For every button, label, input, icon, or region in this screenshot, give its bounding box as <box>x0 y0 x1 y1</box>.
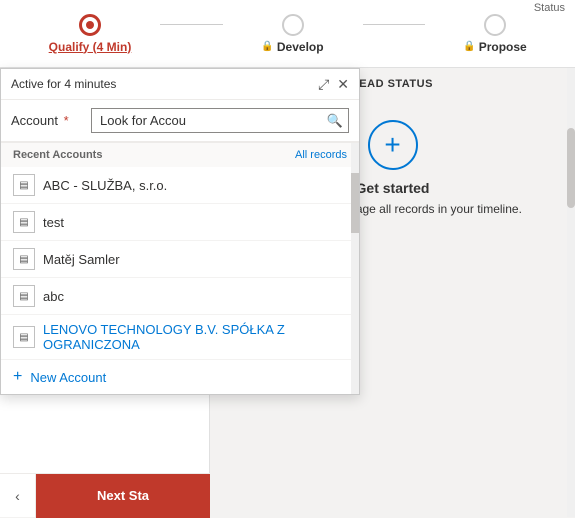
account-field-label: Account * <box>11 113 91 128</box>
get-started-title: Get started <box>356 180 430 196</box>
list-item[interactable]: ▤ Matěj Samler <box>1 241 359 278</box>
back-arrow-button[interactable]: ‹ <box>0 474 36 518</box>
connector-1 <box>160 24 223 25</box>
right-scrollbar[interactable] <box>567 68 575 517</box>
scrollbar-thumb <box>351 173 359 233</box>
recent-accounts-label: Recent Accounts <box>13 149 102 161</box>
required-star: * <box>64 113 69 128</box>
dropdown-scrollbar[interactable] <box>351 143 359 394</box>
plus-circle-icon: + <box>384 129 400 161</box>
propose-label: Propose <box>479 40 527 54</box>
account-item-icon: ▤ <box>13 211 35 233</box>
account-item-icon: ▤ <box>13 248 35 270</box>
search-icon: 🔍 <box>327 113 343 129</box>
status-top-label: Status <box>534 2 565 14</box>
next-stage-bar: ‹ Next Sta <box>0 473 210 517</box>
account-item-icon: ▤ <box>13 174 35 196</box>
popup-icon-group: ⤢ ✕ <box>318 77 349 91</box>
new-account-button[interactable]: + New Account <box>1 360 359 394</box>
list-item[interactable]: ▤ ABC - SLUŽBA, s.r.o. <box>1 167 359 204</box>
propose-circle <box>484 14 506 36</box>
account-form-row: Account * 🔍 <box>1 100 359 142</box>
stage-propose[interactable]: 🔒 Propose <box>425 14 565 54</box>
stage-develop[interactable]: 🔒 Develop <box>223 14 363 54</box>
dropdown-header-row: Recent Accounts All records <box>1 143 359 167</box>
plus-icon: + <box>13 368 22 386</box>
account-search-input[interactable] <box>91 108 349 133</box>
qualify-circle <box>79 14 101 36</box>
item-text: test <box>43 215 64 230</box>
item-text: LENOVO TECHNOLOGY B.V. SPÓŁKA Z OGRANICZ… <box>43 322 347 352</box>
all-records-link[interactable]: All records <box>295 149 347 161</box>
develop-label: Develop <box>277 40 324 54</box>
add-timeline-button[interactable]: + <box>368 120 418 170</box>
list-item[interactable]: ▤ test <box>1 204 359 241</box>
qualify-label: Qualify (4 Min) <box>49 40 132 54</box>
popup-close-icon[interactable]: ✕ <box>337 77 349 91</box>
right-scrollbar-thumb <box>567 128 575 208</box>
account-input-wrapper: 🔍 <box>91 108 349 133</box>
item-text: Matěj Samler <box>43 252 120 267</box>
popup-expand-icon[interactable]: ⤢ <box>318 77 329 91</box>
develop-circle <box>282 14 304 36</box>
develop-lock-icon: 🔒 <box>261 41 273 52</box>
item-text: abc <box>43 289 64 304</box>
popup-header: Active for 4 minutes ⤢ ✕ <box>1 69 359 100</box>
item-text: ABC - SLUŽBA, s.r.o. <box>43 178 167 193</box>
left-panel: Contact ‹ Next Sta Active for 4 minutes … <box>0 68 210 517</box>
account-item-icon: ▤ <box>13 326 35 348</box>
new-account-label: New Account <box>30 370 106 385</box>
propose-lock-icon: 🔒 <box>463 41 475 52</box>
popup-active-label: Active for 4 minutes <box>11 77 116 91</box>
connector-2 <box>363 24 426 25</box>
account-dropdown: Recent Accounts All records ▤ ABC - SLUŽ… <box>1 142 359 394</box>
main-content: Contact ‹ Next Sta Active for 4 minutes … <box>0 68 575 517</box>
popup-overlay: Active for 4 minutes ⤢ ✕ Account * 🔍 <box>0 68 360 395</box>
stage-qualify[interactable]: Qualify (4 Min) <box>20 14 160 54</box>
list-item[interactable]: ▤ abc <box>1 278 359 315</box>
account-item-icon: ▤ <box>13 285 35 307</box>
list-item[interactable]: ▤ LENOVO TECHNOLOGY B.V. SPÓŁKA Z OGRANI… <box>1 315 359 360</box>
next-stage-button[interactable]: Next Sta <box>36 474 210 518</box>
stage-bar: Status Qualify (4 Min) 🔒 Develop 🔒 Propo… <box>0 0 575 68</box>
